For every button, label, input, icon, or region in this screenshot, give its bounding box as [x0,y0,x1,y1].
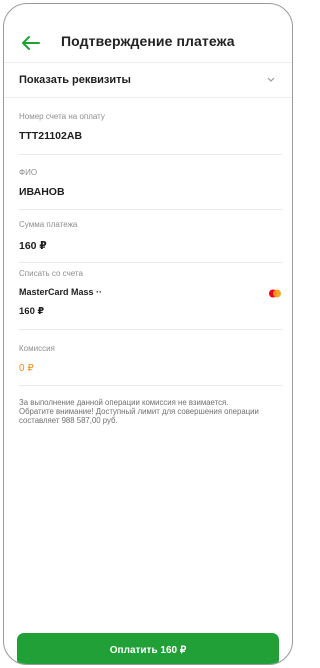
commission-label: Комиссия [19,344,55,353]
field-divider [19,154,282,155]
account-number-value: TTT21102AB [19,130,83,142]
info-note: За выполнение данной операции комиссия н… [19,398,280,426]
field-divider [19,262,282,263]
app-header: Подтверждение платежа [4,4,292,64]
field-divider [19,385,282,386]
debit-account-label: Списать со счета [19,269,83,278]
full-name-label: ФИО [19,168,38,177]
card-balance: 160 ₽ [19,306,45,317]
mastercard-icon [269,289,281,298]
commission-note: За выполнение данной операции комиссия н… [19,398,229,407]
show-details-toggle[interactable]: Показать реквизиты [4,64,292,98]
show-details-label: Показать реквизиты [19,74,131,86]
details-divider [4,97,292,98]
commission-value: 0 ₽ [19,363,34,374]
payment-amount-label: Сумма платежа [19,220,78,229]
pay-button[interactable]: Оплатить 160 ₽ [17,633,279,664]
phone-frame: Подтверждение платежа Показать реквизиты… [3,3,293,665]
chevron-down-icon [267,77,275,82]
payment-amount-value: 160 ₽ [19,240,47,252]
page-title: Подтверждение платежа [61,33,235,49]
full-name-value: ИВАНОВ [19,186,65,198]
account-number-label: Номер счета на оплату [19,112,105,121]
field-divider [19,329,282,330]
back-arrow-icon[interactable] [20,34,42,52]
field-divider [19,209,282,210]
header-divider [4,62,292,63]
card-name[interactable]: MasterCard Mass ·· [19,287,102,297]
limit-note: Обратите внимание! Доступный лимит для с… [19,407,259,426]
